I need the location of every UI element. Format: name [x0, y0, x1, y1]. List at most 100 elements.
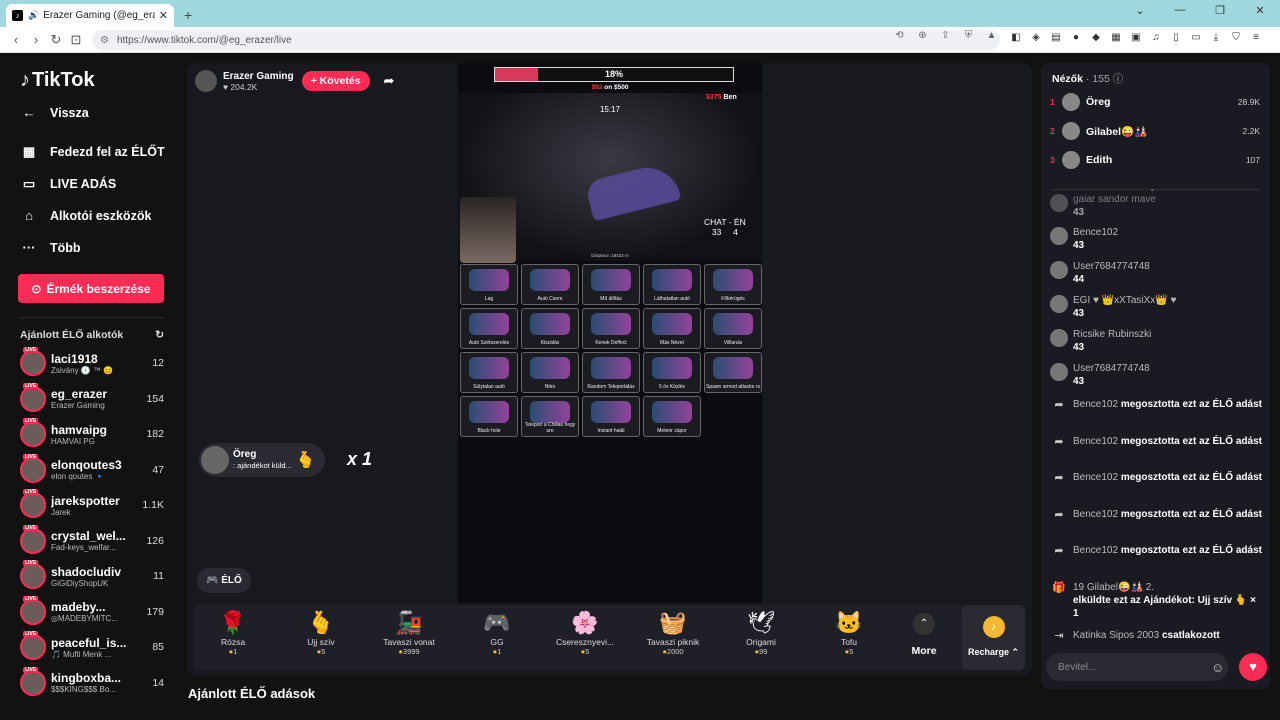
ext-icon[interactable]: ●	[1066, 32, 1086, 43]
nav-more[interactable]: ··· Több	[20, 240, 81, 255]
top-viewer-row[interactable]: 2 Gilabel😜🎎 2.2K	[1050, 121, 1260, 141]
sidebar-creator-item[interactable]: LIVE shadocludiv GiGiDiyShopUK 11	[20, 559, 164, 593]
avatar[interactable]	[1050, 295, 1068, 313]
sidebar-icon[interactable]: ▯	[1166, 32, 1186, 43]
live-badge[interactable]: 🎮 ÉLŐ	[197, 568, 251, 593]
nav-live-broadcast[interactable]: ▭ LIVE ADÁS	[20, 176, 116, 192]
chat-username[interactable]: Katinka Sipos 2003	[1073, 630, 1159, 641]
sidebar-creator-item[interactable]: LIVE elonqoutes3 elon qoutes 🔹 47	[20, 453, 164, 487]
emoji-icon[interactable]: ☺	[1211, 660, 1224, 675]
ext-icon[interactable]: ◧	[1006, 32, 1026, 43]
tab-list-icon[interactable]: ⌄	[1120, 4, 1160, 17]
chat-username[interactable]: EGI ♥ 👑xXTasiXx👑 ♥	[1073, 294, 1176, 307]
close-tab-icon[interactable]: ✕	[159, 9, 168, 22]
gift-item[interactable]: 🌸 Cseresznyevi... ●5	[545, 609, 625, 656]
top-viewer-row[interactable]: 3 Edith 107	[1050, 150, 1260, 170]
chat-username[interactable]: Bence102	[1073, 509, 1118, 520]
nav-explore-live[interactable]: ▦ Fedezd fel az ÉLŐT	[20, 144, 165, 160]
sidebar-creator-item[interactable]: LIVE crystal_wel... Fad-keys_welfar... 126	[20, 524, 164, 558]
chat-username[interactable]: Bence102	[1073, 399, 1118, 410]
speaker-icon[interactable]: 🔊	[28, 10, 39, 21]
like-heart-button[interactable]: ♥	[1239, 653, 1267, 681]
sidebar-creator-item[interactable]: LIVE kingboxba... $$$KING$$$ Bo... 14	[20, 666, 164, 700]
back-icon[interactable]: ‹	[6, 32, 26, 47]
avatar[interactable]	[1050, 329, 1068, 347]
sidebar-creator-item[interactable]: LIVE eg_erazer Erazer Gaming 154	[20, 382, 164, 416]
nav-back[interactable]: ← Vissza	[20, 105, 89, 120]
chat-username[interactable]: User7684774748	[1073, 260, 1150, 273]
gift-item[interactable]: 🐱 Tofu ●5	[809, 609, 889, 656]
avatar[interactable]	[195, 70, 217, 92]
vpn-icon[interactable]: ⛉	[1226, 32, 1246, 43]
ext-icon[interactable]: ▣	[1126, 32, 1146, 43]
wallet-icon[interactable]: ▭	[1186, 32, 1206, 43]
game-action-tile: Kenek Deffect	[582, 308, 640, 349]
sidebar-creator-item[interactable]: LIVE peaceful_is... 🎵 Mufti Menk ... 85	[20, 630, 164, 664]
gift-item[interactable]: 🎮 GG ●1	[457, 609, 537, 656]
chat-username[interactable]: Ricsike Rubinszki	[1073, 328, 1151, 341]
gift-item[interactable]: 🌹 Rózsa ●1	[193, 609, 273, 656]
chat-input[interactable]: Bevitel...	[1046, 653, 1228, 681]
chat-username[interactable]: Bence102	[1073, 226, 1118, 239]
avatar[interactable]	[1050, 363, 1068, 381]
chat-message: EGI ♥ 👑xXTasiXx👑 ♥ 43	[1050, 294, 1262, 320]
warning-icon[interactable]: ▲	[980, 30, 1003, 41]
nav-creator-tools[interactable]: ⌂ Alkotói eszközök	[20, 208, 151, 223]
gift-price: ●5	[580, 647, 590, 656]
forward-icon[interactable]: ›	[26, 32, 46, 47]
creator-name: eg_erazer	[51, 387, 108, 401]
gift-item[interactable]: 🕊 Origami ●99	[721, 609, 801, 656]
video-stream[interactable]: 18% $92 on $500 $375 Ben 15:17 CHAT - ÉN…	[458, 63, 762, 603]
get-coins-button[interactable]: ⊙ Érmék beszerzése	[18, 274, 164, 303]
tiktok-logo[interactable]: ♪ TikTok	[20, 69, 95, 92]
recharge-button[interactable]: ♪ Recharge ⌃	[962, 605, 1025, 670]
chat-username[interactable]: Bence102	[1073, 436, 1118, 447]
gift-notification: Öreg : ajándékot küld... 🫰	[199, 443, 325, 477]
new-tab-icon[interactable]: +	[184, 7, 192, 23]
chevron-down-icon[interactable]: ⌄	[1149, 184, 1156, 193]
sidebar-creator-item[interactable]: LIVE jarekspotter Jarek 1.1K	[20, 488, 164, 522]
gift-item[interactable]: 🫰 Ujj szív ●5	[281, 609, 361, 656]
avatar[interactable]	[1050, 261, 1068, 279]
ext-icon[interactable]: ▤	[1046, 32, 1066, 43]
ext-icon[interactable]: ◆	[1086, 32, 1106, 43]
share-page-icon[interactable]: ⇪	[934, 30, 957, 41]
creator-name: elonqoutes3	[51, 458, 122, 472]
download-icon[interactable]: ⤓	[1206, 32, 1226, 43]
chat-username[interactable]: Bence102	[1073, 472, 1118, 483]
browser-tab[interactable]: ♪ 🔊 Erazer Gaming (@eg_erazer) | ✕	[6, 4, 174, 27]
menu-icon[interactable]: ≡	[1246, 32, 1266, 43]
sidebar-creator-item[interactable]: LIVE hamvaipg HAMVAI PG 182	[20, 417, 164, 451]
music-icon[interactable]: ♫	[1146, 32, 1166, 43]
avatar[interactable]	[1050, 227, 1068, 245]
game-action-tile: Autó Szétszerelés	[460, 308, 518, 349]
viewer-count: 1.1K	[142, 499, 164, 511]
ext-icon[interactable]: ◈	[1026, 32, 1046, 43]
restore-icon[interactable]: ❐	[1200, 4, 1240, 17]
url-field[interactable]: ⚙ https://www.tiktok.com/@eg_erazer/live	[92, 30, 1000, 50]
action-icon	[713, 357, 753, 379]
host-name[interactable]: Erazer Gaming	[223, 71, 294, 82]
ext-icon[interactable]: ▦	[1106, 32, 1126, 43]
shield-icon[interactable]: ⛨	[957, 30, 980, 41]
bookmark-icon[interactable]: ⊡	[66, 32, 86, 48]
chat-username[interactable]: 19 Gilabel😜🎎 2.	[1073, 581, 1262, 594]
translate-icon[interactable]: ⟲	[888, 30, 911, 41]
chat-username[interactable]: Bence102	[1073, 545, 1118, 556]
sidebar-creator-item[interactable]: LIVE laci1918 Zsivány 🕒 ™ 😊 12	[20, 346, 164, 380]
sidebar-creator-item[interactable]: LIVE madeby... ◎MADEBYMITC... 179	[20, 595, 164, 629]
zoom-icon[interactable]: ⊕	[911, 30, 934, 41]
reload-icon[interactable]: ↻	[46, 32, 66, 48]
more-gifts-button[interactable]: ⌃ More	[901, 613, 947, 657]
gift-item[interactable]: 🧺 Tavaszi piknik ●2000	[633, 609, 713, 656]
gift-item[interactable]: 🚂 Tavaszi vonat ●3999	[369, 609, 449, 656]
refresh-icon[interactable]: ↻	[155, 329, 164, 341]
follow-button[interactable]: + Követés	[301, 71, 370, 91]
close-window-icon[interactable]: ✕	[1240, 4, 1280, 17]
site-info-icon[interactable]: ⚙	[100, 35, 109, 46]
minimize-icon[interactable]: —	[1160, 4, 1200, 17]
share-icon[interactable]: ➦	[384, 73, 395, 89]
share-icon: ➦	[1054, 399, 1064, 411]
chat-username[interactable]: User7684774748	[1073, 362, 1150, 375]
top-viewer-row[interactable]: 1 Öreg 28.9K	[1050, 92, 1260, 112]
